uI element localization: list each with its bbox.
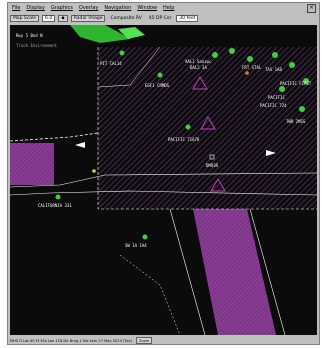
aircraft-icon[interactable]: [212, 52, 218, 58]
aircraft-label: AAL1 Sonzwc: [185, 59, 212, 64]
aircraft-label: PACIFIC 71678: [168, 137, 200, 142]
aircraft-icon[interactable]: [229, 48, 235, 54]
target-icon: [92, 169, 96, 173]
aircraft-icon[interactable]: [142, 234, 148, 240]
aircraft-label: DMO3R: [206, 163, 219, 168]
aircraft-icon[interactable]: [185, 124, 191, 130]
aircraft-icon[interactable]: [279, 86, 285, 92]
status-text: MHS G Lat 40 Ft 35s Lon 118 Dir Brng 1 S…: [10, 338, 132, 343]
aircraft-label: PACIFIC: [268, 95, 285, 100]
aircraft-icon[interactable]: [119, 50, 125, 56]
status-bar: MHS G Lat 40 Ft 35s Lon 118 Dir Brng 1 S…: [10, 337, 317, 344]
runway-stripe-right: [193, 209, 276, 335]
aircraft-label: SW 1A 1A4: [125, 243, 147, 248]
scale-spin-icon[interactable]: ◆: [58, 15, 68, 22]
aircraft-icon[interactable]: [289, 62, 295, 68]
aircraft-label: DAL2 3A: [190, 65, 207, 70]
radar-map[interactable]: Rwy 5 Bnd N Track Environment PIT CAL14 …: [10, 25, 317, 335]
aircraft-label: PACIFIC 724: [260, 103, 287, 108]
map-canvas: Rwy 5 Bnd N Track Environment PIT CAL14 …: [10, 25, 317, 335]
aircraft-label: TWR 2MSS: [286, 119, 306, 124]
readout-1: Composite RV: [110, 16, 142, 21]
terrain-patch: [70, 25, 130, 43]
menu-window[interactable]: Window: [137, 5, 157, 11]
app-window: File Display Graphics Overlay Navigation…: [7, 2, 320, 345]
arrow-left-icon: [75, 142, 85, 148]
radar-image-button[interactable]: Radar Image: [70, 15, 106, 22]
zoom-button[interactable]: Zoom: [135, 337, 153, 344]
hatched-region: [98, 47, 317, 209]
readout-2: 45 DP Cor: [148, 16, 172, 21]
aircraft-label: CALIFORNIA 331: [38, 203, 72, 208]
aircraft-icon[interactable]: [55, 194, 61, 200]
menu-navigation[interactable]: Navigation: [104, 5, 131, 11]
menu-graphics[interactable]: Graphics: [51, 5, 73, 11]
scale-value-field[interactable]: 6.0: [42, 15, 56, 22]
menu-help[interactable]: Help: [163, 5, 174, 11]
top-left-label: Track Environment: [16, 43, 58, 48]
aircraft-label: PACIFIC FIRST: [280, 81, 312, 86]
corner-label: Rwy 5 Bnd N: [16, 33, 43, 38]
aircraft-icon[interactable]: [299, 106, 305, 112]
taxiway-line-1: [10, 132, 99, 142]
menu-overlay[interactable]: Overlay: [79, 5, 98, 11]
menu-file[interactable]: File: [12, 5, 20, 11]
readout-3: 30 feet: [176, 15, 199, 22]
aircraft-icon[interactable]: [272, 52, 278, 58]
aircraft-label: EGF1 CRMDS: [145, 83, 170, 88]
aircraft-label: FRT STAL: [242, 65, 262, 70]
aircraft-icon[interactable]: [247, 56, 253, 62]
runway-stripe-left: [10, 143, 54, 185]
close-icon[interactable]: ×: [307, 4, 316, 13]
taxiway-line-6: [119, 254, 181, 335]
map-scale-button[interactable]: Map Scale: [10, 15, 40, 22]
aircraft-label: TAX 1AB: [265, 67, 282, 72]
aircraft-label: PIT CAL14: [100, 61, 122, 66]
toolbar: Map Scale 6.0 ◆ Radar Image Composite RV…: [10, 14, 317, 23]
aircraft-icon[interactable]: [157, 72, 163, 78]
menu-bar: File Display Graphics Overlay Navigation…: [8, 3, 319, 13]
menu-display[interactable]: Display: [26, 5, 44, 11]
target-icon: [245, 71, 249, 75]
